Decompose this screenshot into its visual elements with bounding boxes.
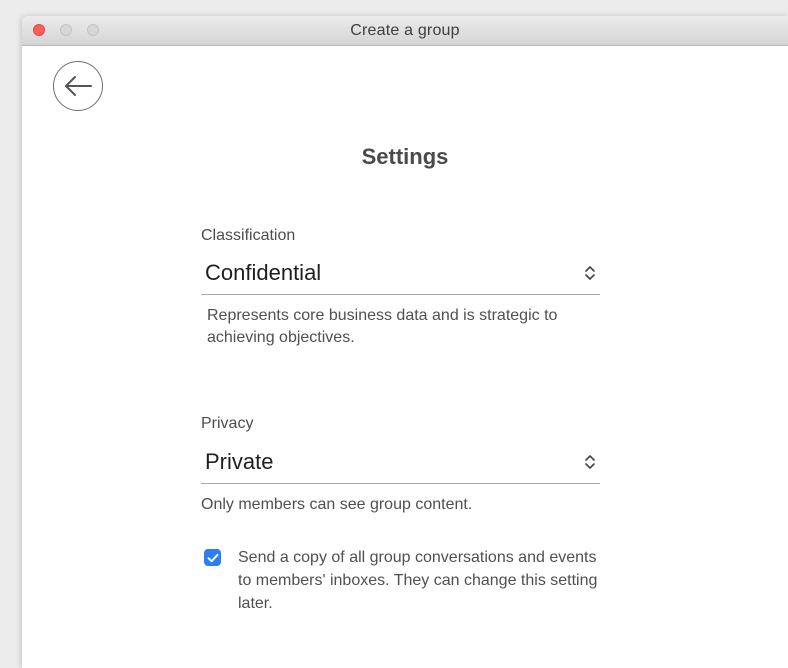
window-title: Create a group: [350, 22, 460, 39]
privacy-description: Only members can see group content.: [201, 496, 473, 513]
back-button[interactable]: [53, 61, 103, 111]
classification-description: Represents core business data and is str…: [207, 307, 558, 346]
privacy-select[interactable]: Private: [201, 444, 600, 484]
classification-label: Classification: [201, 227, 296, 244]
chevron-up-down-icon: [585, 266, 595, 280]
create-group-window: Create a group Settings Classification C…: [22, 16, 788, 668]
privacy-value: Private: [205, 449, 274, 474]
title-bar: Create a group: [22, 16, 788, 46]
arrow-left-icon: [65, 76, 92, 96]
page-title: Settings: [361, 144, 449, 169]
classification-value: Confidential: [205, 260, 322, 285]
privacy-label: Privacy: [201, 415, 254, 432]
send-copy-checkbox[interactable]: [204, 549, 221, 566]
chevron-up-down-icon: [585, 455, 595, 469]
classification-select[interactable]: Confidential: [201, 255, 600, 295]
send-copy-label[interactable]: Send a copy of all group conversations a…: [238, 546, 608, 615]
checkmark-icon: [207, 553, 218, 562]
